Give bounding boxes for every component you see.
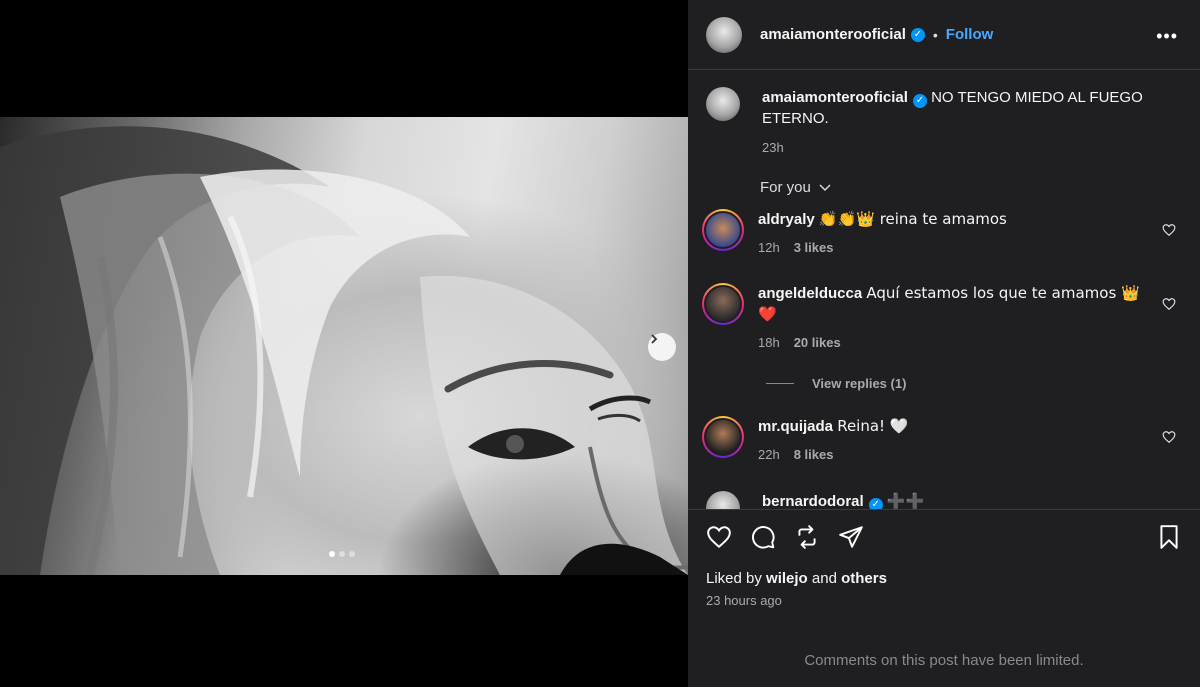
comment-username[interactable]: aldryaly xyxy=(758,211,815,228)
comment-likes[interactable]: 3 likes xyxy=(794,240,834,255)
separator: • xyxy=(932,26,938,43)
chevron-down-icon xyxy=(819,184,831,191)
avatar[interactable] xyxy=(706,16,742,53)
post-header: amaiamonterooficial ✓ • Follow ••• xyxy=(688,0,1200,70)
heart-icon[interactable] xyxy=(1162,297,1176,311)
verified-badge-icon: ✓ xyxy=(912,94,927,108)
avatar[interactable] xyxy=(702,416,744,458)
avatar[interactable] xyxy=(702,209,744,251)
comments-filter-label: For you xyxy=(760,179,811,196)
repost-icon[interactable] xyxy=(794,524,820,550)
comments-list: amaiamonterooficial ✓ NO TENGO MIEDO AL F… xyxy=(688,71,1200,509)
comment-username[interactable]: mr.quijada xyxy=(758,418,833,435)
comment-time: 22h xyxy=(758,447,780,462)
avatar[interactable] xyxy=(702,283,744,325)
next-slide-button[interactable] xyxy=(648,333,676,361)
post-caption: amaiamonterooficial ✓ NO TENGO MIEDO AL F… xyxy=(706,87,1176,158)
verified-badge-icon: ✓ xyxy=(910,27,925,42)
avatar[interactable] xyxy=(706,491,740,509)
comment-text: 👏👏👑 reina te amamos xyxy=(818,210,1007,228)
carousel-dot-active xyxy=(329,551,335,557)
view-replies-label: View replies (1) xyxy=(812,376,907,391)
comment-item: mr.quijada Reina! 🤍 22h 8 likes xyxy=(702,416,1182,465)
comment-item: bernardodoral ✓ ➕➕ xyxy=(706,491,1182,509)
view-replies-button[interactable]: View replies (1) xyxy=(766,376,906,391)
photo-illustration xyxy=(0,126,688,575)
liked-mid: and xyxy=(807,570,842,587)
like-heart-icon[interactable] xyxy=(706,524,732,550)
follow-button[interactable]: Follow xyxy=(946,26,994,43)
chevron-right-icon xyxy=(651,334,658,344)
avatar[interactable] xyxy=(706,87,740,121)
comment-item: aldryaly 👏👏👑 reina te amamos 12h 3 likes xyxy=(702,209,1182,258)
comments-limited-notice: Comments on this post have been limited. xyxy=(804,652,1084,669)
heart-icon[interactable] xyxy=(1162,223,1176,237)
liked-user-link[interactable]: wilejo xyxy=(766,570,808,587)
bookmark-icon[interactable] xyxy=(1156,524,1182,550)
author-username[interactable]: amaiamonterooficial xyxy=(760,26,906,43)
comment-text: ➕➕ xyxy=(886,492,925,509)
post-media xyxy=(0,0,688,687)
carousel-dot xyxy=(339,551,345,557)
comment-likes[interactable]: 20 likes xyxy=(794,335,841,350)
liked-others-link[interactable]: others xyxy=(841,570,887,587)
carousel-indicator xyxy=(329,551,355,557)
comment-time: 18h xyxy=(758,335,780,350)
carousel-dot xyxy=(349,551,355,557)
post-actions-bar: Liked by wilejo and others 23 hours ago … xyxy=(688,509,1200,687)
share-icon[interactable] xyxy=(838,524,864,550)
post-panel: amaiamonterooficial ✓ • Follow ••• amaia… xyxy=(688,0,1200,687)
likes-summary: Liked by wilejo and others xyxy=(706,570,887,587)
comments-filter-dropdown[interactable]: For you xyxy=(760,179,831,196)
caption-username[interactable]: amaiamonterooficial xyxy=(762,89,908,106)
comment-username[interactable]: bernardodoral xyxy=(762,493,864,509)
liked-prefix: Liked by xyxy=(706,570,767,587)
comment-item: angeldelducca Aquí estamos los que te am… xyxy=(702,283,1182,353)
divider xyxy=(766,383,794,384)
more-options-icon[interactable]: ••• xyxy=(1156,26,1178,47)
comment-icon[interactable] xyxy=(750,524,776,550)
comment-likes[interactable]: 8 likes xyxy=(794,447,834,462)
post-time-ago: 23 hours ago xyxy=(706,593,782,608)
action-icons xyxy=(706,524,864,550)
comment-text: Reina! 🤍 xyxy=(837,417,909,435)
caption-time: 23h xyxy=(762,140,784,155)
post-photo xyxy=(0,117,688,575)
comment-time: 12h xyxy=(758,240,780,255)
comment-username[interactable]: angeldelducca xyxy=(758,285,862,302)
heart-icon[interactable] xyxy=(1162,430,1176,444)
verified-badge-icon: ✓ xyxy=(868,498,883,509)
